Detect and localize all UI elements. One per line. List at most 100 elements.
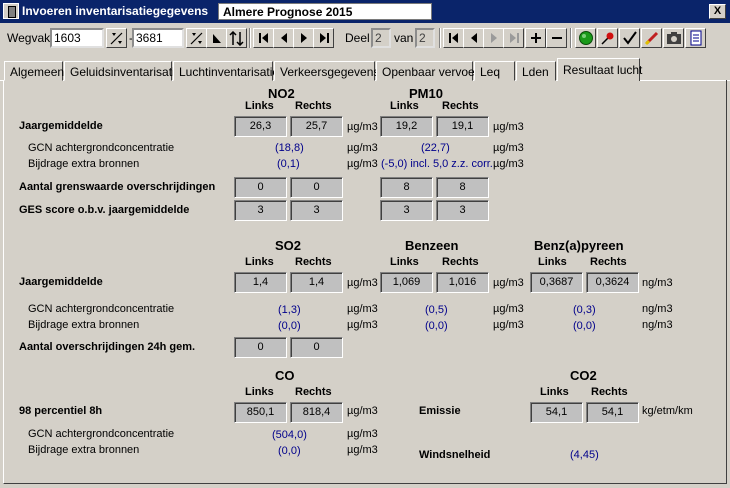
tab-leq[interactable]: Leq: [474, 61, 515, 81]
tab-openbaar-vervoer[interactable]: Openbaar vervoer: [376, 61, 479, 81]
plus-icon: [530, 33, 541, 43]
windsnelheid-value: (4,45): [570, 449, 599, 461]
report-icon: [690, 30, 701, 46]
pm10-overschrijdingen-rechts: 8: [436, 177, 489, 198]
so2-rechts-header: Rechts: [295, 256, 332, 268]
emissie-label: Emissie: [419, 405, 461, 417]
no2-links-header: Links: [245, 100, 274, 112]
toolbar-separator: [570, 28, 572, 48]
wegvak-to-input[interactable]: 3681: [132, 28, 184, 48]
benzapyreen-rechts-header: Rechts: [590, 256, 627, 268]
swap-direction-button[interactable]: [226, 28, 247, 48]
bijdrage-label: Bijdrage extra bronnen: [28, 158, 140, 170]
toolbar-separator: [249, 28, 251, 48]
pm10-rechts-header: Rechts: [442, 100, 479, 112]
no2-gcn-unit: µg/m3: [347, 142, 378, 154]
camera-button[interactable]: [663, 28, 684, 48]
so2-unit: µg/m3: [347, 277, 378, 289]
so2-gcn-unit: µg/m3: [347, 303, 378, 315]
benzapyreen-unit: ng/m3: [642, 277, 673, 289]
deel-next-button[interactable]: [483, 28, 504, 48]
add-deel-button[interactable]: [525, 28, 546, 48]
previous-icon: [470, 33, 477, 43]
last-record-button[interactable]: [313, 28, 334, 48]
project-name: Almere Prognose 2015: [218, 3, 432, 20]
aantal-grenswaarde-label: Aantal grenswaarde overschrijdingen: [19, 181, 216, 193]
so2-links-value: 1,4: [234, 272, 287, 293]
gcn-label-2: GCN achtergrondconcentratie: [28, 303, 175, 315]
bijdrage-label-2: Bijdrage extra bronnen: [28, 319, 140, 331]
no2-bijdrage-value: (0,1): [277, 158, 300, 170]
corner-down-right-button[interactable]: [206, 28, 227, 48]
so2-header: SO2: [275, 238, 302, 253]
toolbar-separator: [439, 28, 441, 48]
no2-overschrijdingen-links: 0: [234, 177, 287, 198]
previous-icon: [280, 33, 287, 43]
no2-header: NO2: [268, 86, 295, 101]
no2-ges-links: 3: [234, 200, 287, 221]
co2-rechts-value: 54,1: [586, 402, 639, 423]
previous-record-button[interactable]: [273, 28, 294, 48]
co2-rechts-header: Rechts: [591, 386, 628, 398]
wegvak-from-input[interactable]: 1603: [50, 28, 104, 48]
no2-bijdrage-unit: µg/m3: [347, 158, 378, 170]
so2-bijdrage-unit: µg/m3: [347, 319, 378, 331]
pm10-gcn-value: (22,7): [421, 142, 450, 154]
tab-geluidsinventarisatie[interactable]: Geluidsinventarisatie: [64, 61, 181, 81]
benzeen-links-header: Links: [390, 256, 419, 268]
co-bijdrage-unit: µg/m3: [347, 444, 378, 456]
deel-field: 2: [371, 28, 391, 48]
last-icon: [319, 33, 329, 43]
close-button[interactable]: X: [709, 4, 726, 19]
swap-arrows-icon: [229, 30, 244, 46]
benzeen-gcn-value: (0,5): [425, 304, 448, 316]
benzapyreen-gcn-value: (0,3): [573, 304, 596, 316]
tab-lden[interactable]: Lden: [516, 61, 556, 81]
co-unit: µg/m3: [347, 405, 378, 417]
calculate-button[interactable]: [575, 28, 596, 48]
aantal-24h-label: Aantal overschrijdingen 24h gem.: [19, 341, 196, 353]
next-record-button[interactable]: [293, 28, 314, 48]
benzeen-gcn-unit: µg/m3: [493, 303, 524, 315]
benzapyreen-links-header: Links: [538, 256, 567, 268]
report-button[interactable]: [685, 28, 706, 48]
app-icon: [3, 3, 19, 19]
no2-rechts-value: 25,7: [290, 116, 343, 137]
wegvak-from-spin-button[interactable]: [106, 28, 127, 48]
tab-resultaat-lucht[interactable]: Resultaat lucht: [557, 58, 642, 81]
no2-gcn-value: (18,8): [275, 142, 304, 154]
co-bijdrage-value: (0,0): [278, 445, 301, 457]
co2-links-value: 54,1: [530, 402, 583, 423]
so2-links-header: Links: [245, 256, 274, 268]
deel-previous-button[interactable]: [463, 28, 484, 48]
pm10-header: PM10: [409, 86, 443, 101]
co2-links-header: Links: [540, 386, 569, 398]
co-gcn-value: (504,0): [272, 429, 307, 441]
van-field: 2: [415, 28, 435, 48]
so2-rechts-value: 1,4: [290, 272, 343, 293]
tab-luchtinventarisatie[interactable]: Luchtinventarisatie: [173, 61, 279, 81]
so2-overschrijdingen-rechts: 0: [290, 337, 343, 358]
tab-verkeersgegevens[interactable]: Verkeersgegevens: [274, 61, 379, 81]
gcn-label-3: GCN achtergrondconcentratie: [28, 428, 175, 440]
green-globe-icon: [578, 31, 593, 45]
brush-button[interactable]: [641, 28, 662, 48]
deel-first-button[interactable]: [443, 28, 464, 48]
benzapyreen-bijdrage-value: (0,0): [573, 320, 596, 332]
so2-overschrijdingen-links: 0: [234, 337, 287, 358]
check-button[interactable]: [619, 28, 640, 48]
tab-algemeen[interactable]: Algemeen: [4, 61, 64, 81]
benzapyreen-bijdrage-unit: ng/m3: [642, 319, 673, 331]
first-record-button[interactable]: [253, 28, 274, 48]
first-icon: [448, 33, 458, 43]
pin-button[interactable]: [597, 28, 618, 48]
deel-last-button[interactable]: [503, 28, 524, 48]
benzeen-header: Benzeen: [405, 238, 459, 253]
windsnelheid-label: Windsnelheid: [419, 449, 491, 461]
benzeen-bijdrage-value: (0,0): [425, 320, 448, 332]
wegvak-to-spin-button[interactable]: [186, 28, 207, 48]
no2-unit: µg/m3: [347, 121, 378, 133]
spin-icon: [110, 32, 123, 44]
remove-deel-button[interactable]: [546, 28, 567, 48]
co2-header: CO2: [570, 368, 597, 383]
